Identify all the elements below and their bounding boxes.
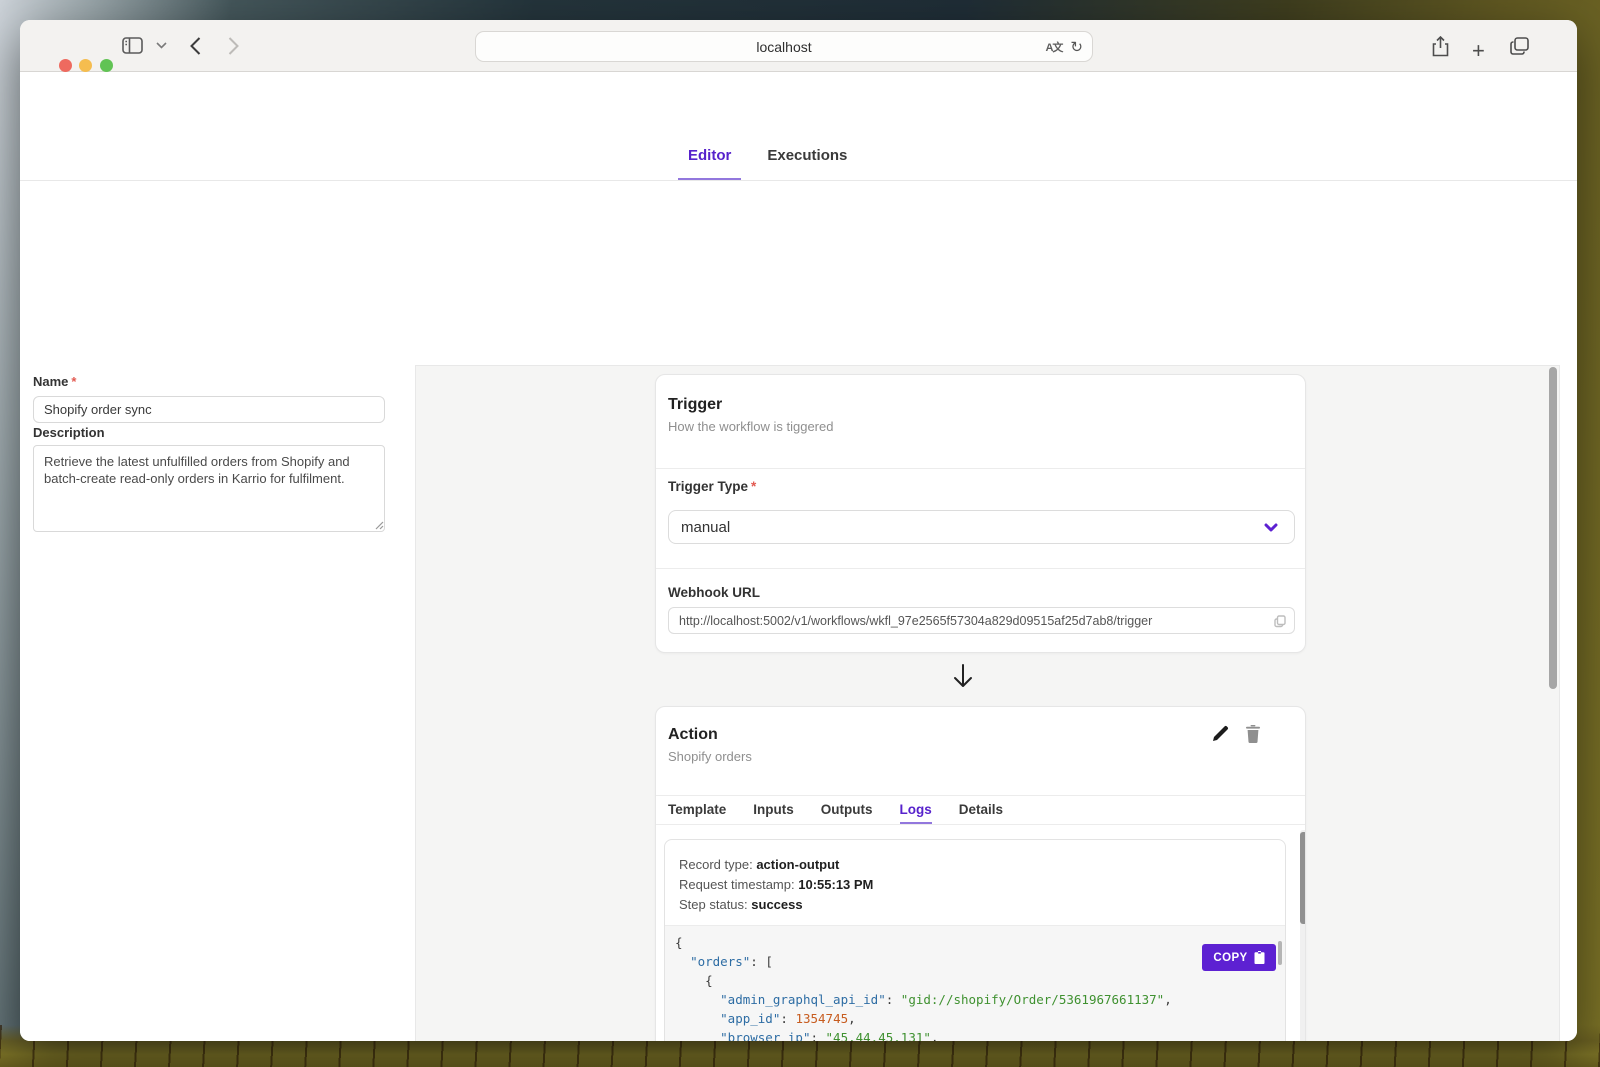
name-label: Name* xyxy=(33,374,76,389)
trigger-card: Trigger How the workflow is tiggered Tri… xyxy=(655,374,1306,653)
action-subtitle: Shopify orders xyxy=(668,749,752,764)
trigger-type-label: Trigger Type* xyxy=(668,479,756,494)
description-label: Description xyxy=(33,425,105,440)
name-input[interactable] xyxy=(33,396,385,423)
browser-window: localhost A文 ↻ + Edit workflow Save Ed xyxy=(20,20,1577,1041)
share-icon[interactable] xyxy=(1432,36,1449,57)
translate-icon[interactable]: A文 xyxy=(1045,39,1062,55)
tab-outputs[interactable]: Outputs xyxy=(821,795,873,824)
workflow-header: Edit workflow Save xyxy=(20,72,1577,130)
reload-icon[interactable]: ↻ xyxy=(1070,38,1083,56)
webhook-url-label: Webhook URL xyxy=(668,585,760,600)
close-window-button[interactable] xyxy=(59,59,72,72)
trash-icon[interactable] xyxy=(1245,725,1262,743)
view-tabbar: Editor Executions xyxy=(20,130,1577,181)
pencil-icon[interactable] xyxy=(1211,725,1229,743)
required-asterisk: * xyxy=(71,374,76,389)
tab-template[interactable]: Template xyxy=(668,795,726,824)
canvas-scrollbar[interactable] xyxy=(1549,366,1557,1041)
address-bar[interactable]: localhost A文 ↻ xyxy=(475,31,1093,62)
json-code-block[interactable]: { "orders": [ { "admin_graphql_api_id": … xyxy=(665,925,1285,1041)
log-record-card: Record type: action-output Request times… xyxy=(664,839,1286,1041)
zoom-window-button[interactable] xyxy=(100,59,113,72)
clipboard-icon xyxy=(1254,951,1265,964)
trigger-title: Trigger xyxy=(668,396,833,414)
tab-editor[interactable]: Editor xyxy=(688,130,731,180)
action-title: Action xyxy=(668,726,752,744)
trigger-subtitle: How the workflow is tiggered xyxy=(668,419,833,434)
divider xyxy=(656,824,1305,825)
status-row: Step status: success xyxy=(679,895,873,915)
trigger-type-value: manual xyxy=(681,519,730,536)
url-text: localhost xyxy=(756,39,811,55)
minimize-window-button[interactable] xyxy=(79,59,92,72)
tab-overview-icon[interactable] xyxy=(1510,37,1529,55)
timestamp-row: Request timestamp: 10:55:13 PM xyxy=(679,875,873,895)
resize-grip-icon[interactable] xyxy=(375,521,384,530)
tab-inputs[interactable]: Inputs xyxy=(753,795,794,824)
webhook-url-input[interactable]: http://localhost:5002/v1/workflows/wkfl_… xyxy=(668,607,1295,634)
action-tabbar: Template Inputs Outputs Logs Details xyxy=(668,795,1003,824)
copy-button[interactable]: COPY xyxy=(1202,944,1276,971)
sidebar-toggle-icon[interactable] xyxy=(122,37,143,54)
description-textarea[interactable]: Retrieve the latest unfulfilled orders f… xyxy=(33,445,385,532)
new-tab-icon[interactable]: + xyxy=(1472,38,1485,64)
tab-logs[interactable]: Logs xyxy=(900,795,932,824)
log-meta: Record type: action-output Request times… xyxy=(679,855,873,915)
copy-icon[interactable] xyxy=(1274,615,1286,628)
record-type-row: Record type: action-output xyxy=(679,855,873,875)
back-icon[interactable] xyxy=(190,37,201,55)
log-panel-scrollbar[interactable] xyxy=(1300,830,1306,1041)
code-scrollbar[interactable] xyxy=(1278,941,1282,965)
trigger-type-select[interactable]: manual xyxy=(668,510,1295,544)
divider xyxy=(656,568,1305,569)
chevron-down-icon xyxy=(1264,523,1278,532)
chevron-down-icon[interactable] xyxy=(156,42,167,49)
tab-executions[interactable]: Executions xyxy=(767,130,847,180)
editor-content: Name* Description Retrieve the latest un… xyxy=(20,181,1577,1041)
webhook-url-value: http://localhost:5002/v1/workflows/wkfl_… xyxy=(679,614,1152,628)
arrow-down-icon xyxy=(951,662,975,690)
action-card: Action Shopify orders Template Inputs Ou… xyxy=(655,706,1306,1041)
tab-details[interactable]: Details xyxy=(959,795,1003,824)
forward-icon[interactable] xyxy=(228,37,239,55)
browser-toolbar: localhost A文 ↻ + xyxy=(20,20,1577,72)
status-value: success xyxy=(751,897,802,912)
divider xyxy=(656,468,1305,469)
